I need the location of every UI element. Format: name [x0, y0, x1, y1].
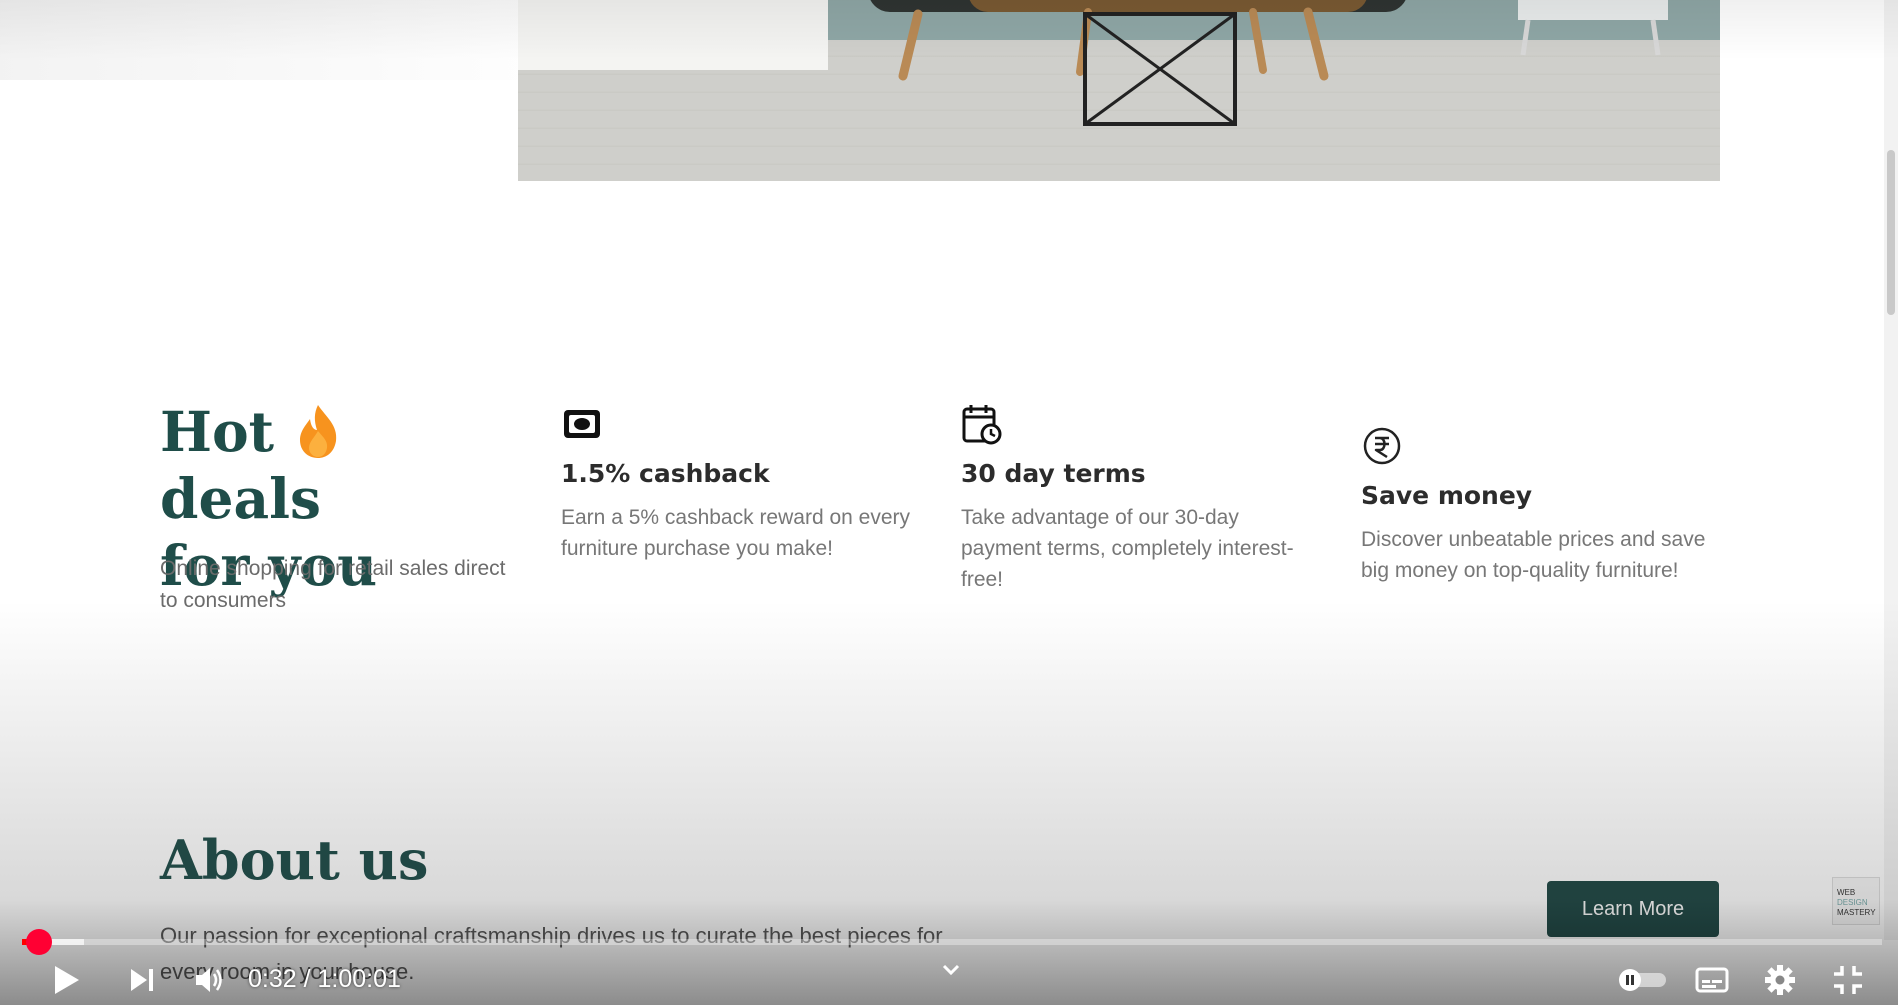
watermark-line1: WEB	[1837, 888, 1856, 897]
exit-fullscreen-icon	[1834, 966, 1862, 994]
exit-fullscreen-button[interactable]	[1830, 962, 1866, 998]
skip-next-icon	[131, 969, 153, 991]
cash-icon	[561, 403, 603, 445]
watermark-line2: DESIGN	[1837, 898, 1868, 907]
feature-title: Save money	[1361, 481, 1533, 510]
settings-button[interactable]	[1762, 962, 1798, 998]
feature-terms: 30 day terms Take advantage of our 30-da…	[961, 403, 1321, 595]
autoplay-icon	[1619, 969, 1666, 991]
video-progress-bar[interactable]	[22, 929, 1882, 955]
next-button[interactable]	[124, 962, 160, 998]
chevron-down-icon[interactable]	[941, 962, 961, 981]
feature-title: 30 day terms	[961, 459, 1146, 488]
captions-icon	[1695, 967, 1729, 993]
feature-description: Take advantage of our 30-day payment ter…	[961, 506, 1294, 591]
feature-description: Discover unbeatable prices and save big …	[1361, 528, 1706, 582]
feature-title: 1.5% cashback	[561, 459, 770, 488]
rupee-icon	[1361, 425, 1403, 467]
watermark-line3: MASTERY	[1837, 908, 1876, 917]
fire-icon	[296, 403, 340, 459]
feature-description: Earn a 5% cashback reward on every furni…	[561, 506, 911, 560]
captions-button[interactable]	[1694, 962, 1730, 998]
hot-deals-subtitle: Online shopping for retail sales direct …	[160, 557, 506, 612]
volume-button[interactable]	[190, 962, 230, 998]
play-icon	[55, 966, 79, 994]
autoplay-toggle[interactable]	[1614, 962, 1670, 998]
hot-deals-title-word2: deals	[160, 466, 321, 531]
channel-watermark[interactable]: WEB DESIGN MASTERY	[1832, 877, 1880, 925]
gear-icon	[1765, 965, 1795, 995]
hot-deals-title-word1: Hot	[160, 399, 275, 464]
feature-save-money: Save money Discover unbeatable prices an…	[1361, 425, 1721, 586]
learn-more-button[interactable]: Learn More	[1547, 881, 1719, 937]
calendar-clock-icon	[961, 403, 1003, 445]
hero-furniture-legs	[898, 0, 1668, 126]
time-display: 0:32 / 1:00:01	[248, 965, 401, 993]
hero-image	[518, 0, 1720, 181]
feature-cashback: 1.5% cashback Earn a 5% cashback reward …	[561, 403, 921, 564]
volume-icon	[196, 968, 222, 992]
play-button[interactable]	[46, 962, 86, 998]
about-title: About us	[160, 828, 429, 892]
left-fade	[0, 0, 518, 80]
page: Hotdeals for you Online shopping for ret…	[0, 0, 1898, 1005]
scrollbar-thumb[interactable]	[1887, 150, 1895, 315]
progress-scrubber[interactable]	[25, 929, 52, 955]
page-scrollbar[interactable]	[1884, 0, 1898, 940]
